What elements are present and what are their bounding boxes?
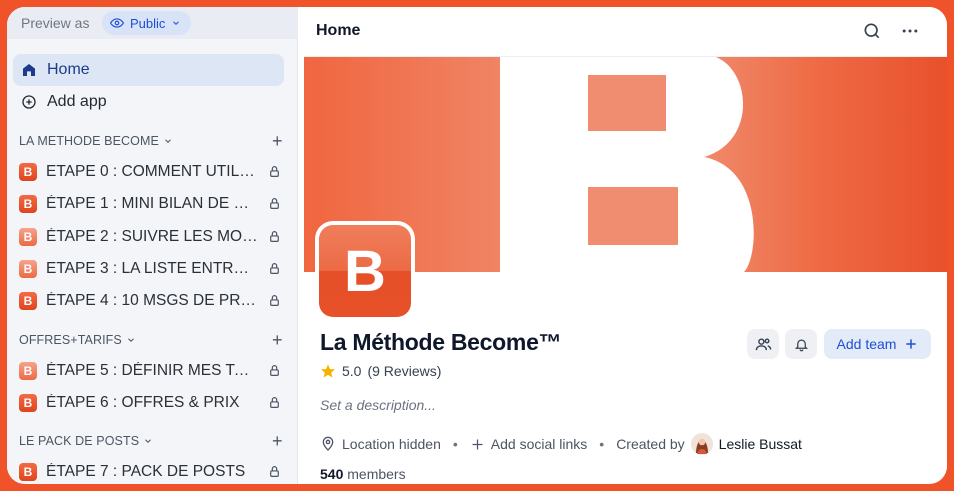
space-badge-icon: B — [19, 362, 37, 380]
visibility-dropdown[interactable]: Public — [102, 11, 192, 35]
members-count[interactable]: 540 members — [320, 466, 406, 482]
lock-icon — [270, 466, 279, 477]
space-item-etape-7[interactable]: B ÉTAPE 7 : PACK DE POSTS — [19, 460, 285, 484]
space-item-etape-2[interactable]: B ÉTAPE 2 : SUIVRE LES MODÈLES — [19, 225, 285, 249]
chevron-down-icon — [165, 139, 171, 143]
space-badge-icon: B — [19, 163, 37, 181]
bell-icon — [794, 339, 808, 351]
space-label: ÉTAPE 7 : PACK DE POSTS — [46, 463, 246, 480]
meta-row: Location hidden • Add social links • Cre… — [320, 433, 802, 455]
space-logo-letter: B — [319, 225, 411, 317]
section-header-offres[interactable]: OFFRES+TARIFS + — [19, 330, 283, 350]
notifications-button[interactable] — [785, 329, 817, 359]
add-team-label: Add team — [836, 336, 897, 352]
space-label: ETAPE 3 : LA LISTE ENTREPRISES — [46, 260, 258, 277]
page-title: Home — [316, 22, 361, 39]
add-space-plus-icon[interactable]: + — [272, 432, 283, 450]
space-label: ÉTAPE 4 : 10 MSGS DE PROSPECTION — [46, 292, 258, 309]
lock-icon — [270, 295, 279, 306]
space-logo[interactable]: B — [315, 221, 415, 321]
top-bar: Home — [304, 7, 947, 57]
section-title: LE PACK DE POSTS — [19, 434, 140, 448]
lock-icon — [270, 397, 279, 408]
plus-icon — [906, 339, 917, 349]
space-badge-icon: B — [19, 260, 37, 278]
users-plus-icon — [755, 337, 771, 350]
creator-name[interactable]: Leslie Bussat — [719, 436, 802, 452]
space-item-etape-5[interactable]: B ÉTAPE 5 : DÉFINIR MES TARIFS — [19, 359, 285, 383]
space-label: ETAPE 0 : COMMENT UTILISER — [46, 163, 258, 180]
add-social-links-link[interactable]: Add social links — [470, 436, 588, 452]
rating-value: 5.0 — [342, 363, 362, 379]
separator-dot: • — [599, 436, 605, 452]
lock-icon — [270, 365, 279, 376]
nav-item-home[interactable]: Home — [13, 54, 284, 86]
space-item-etape-3[interactable]: B ETAPE 3 : LA LISTE ENTREPRISES — [19, 257, 285, 281]
creator-avatar[interactable] — [690, 433, 713, 455]
space-badge-icon: B — [19, 195, 37, 213]
add-space-plus-icon[interactable]: + — [272, 331, 283, 349]
space-item-etape-6[interactable]: B ÉTAPE 6 : OFFRES & PRIX — [19, 391, 285, 415]
app-window: Preview as Public Home Add app LA METHOD… — [7, 7, 947, 484]
home-icon — [23, 64, 35, 76]
space-label: ÉTAPE 6 : OFFRES & PRIX — [46, 394, 240, 411]
lock-icon — [270, 263, 279, 274]
lock-icon — [270, 231, 279, 242]
section-header-methode[interactable]: LA METHODE BECOME + — [19, 131, 283, 151]
section-title: OFFRES+TARIFS — [19, 333, 122, 347]
lock-icon — [270, 166, 279, 177]
plus-icon — [472, 439, 483, 449]
location-text: Location hidden — [342, 436, 441, 452]
space-label: ÉTAPE 2 : SUIVRE LES MODÈLES — [46, 228, 258, 245]
separator-dot: • — [452, 436, 458, 452]
visibility-label: Public — [130, 15, 166, 31]
preview-bar: Preview as Public — [7, 7, 298, 39]
plus-circle-icon — [22, 95, 36, 109]
chevron-down-icon — [145, 439, 152, 443]
eye-icon — [110, 18, 124, 28]
lock-icon — [270, 198, 279, 209]
preview-label: Preview as — [21, 15, 90, 31]
add-space-plus-icon[interactable]: + — [272, 132, 283, 150]
search-icon[interactable] — [862, 21, 882, 41]
section-title: LA METHODE BECOME — [19, 134, 159, 148]
main-content: Home B La Méthode Become™ Add team 5.0 (… — [304, 7, 947, 484]
space-badge-icon: B — [19, 394, 37, 412]
nav-item-add-app[interactable]: Add app — [13, 86, 284, 118]
space-badge-icon: B — [19, 292, 37, 310]
space-label: ÉTAPE 1 : MINI BILAN DE COMPÉTENCES — [46, 195, 258, 212]
more-options-icon[interactable] — [900, 21, 920, 41]
add-social-links-label: Add social links — [490, 436, 588, 452]
chevron-down-icon — [127, 338, 134, 342]
created-by-label: Created by — [616, 436, 685, 452]
space-badge-icon: B — [19, 463, 37, 481]
space-badge-icon: B — [19, 228, 37, 246]
reviews-count: (9 Reviews) — [367, 363, 442, 379]
space-item-etape-1[interactable]: B ÉTAPE 1 : MINI BILAN DE COMPÉTENCES — [19, 192, 285, 216]
space-label: ÉTAPE 5 : DÉFINIR MES TARIFS — [46, 362, 258, 379]
rating-row[interactable]: 5.0 (9 Reviews) — [320, 363, 441, 379]
description-field[interactable]: Set a description... — [320, 397, 436, 413]
nav-label-home: Home — [47, 61, 90, 78]
nav-label-add-app: Add app — [47, 93, 107, 110]
add-team-button[interactable]: Add team — [824, 329, 931, 359]
chevron-down-icon — [173, 21, 180, 25]
sidebar: Preview as Public Home Add app LA METHOD… — [7, 7, 298, 484]
section-header-pack[interactable]: LE PACK DE POSTS + — [19, 431, 283, 451]
space-item-etape-0[interactable]: B ETAPE 0 : COMMENT UTILISER — [19, 160, 285, 184]
location-pin-icon — [322, 436, 334, 451]
star-icon — [321, 364, 335, 378]
members-number: 540 — [320, 466, 344, 482]
members-label: members — [347, 466, 406, 482]
space-name: La Méthode Become™ — [320, 329, 562, 355]
space-item-etape-4[interactable]: B ÉTAPE 4 : 10 MSGS DE PROSPECTION — [19, 289, 285, 313]
members-button[interactable] — [747, 329, 779, 359]
